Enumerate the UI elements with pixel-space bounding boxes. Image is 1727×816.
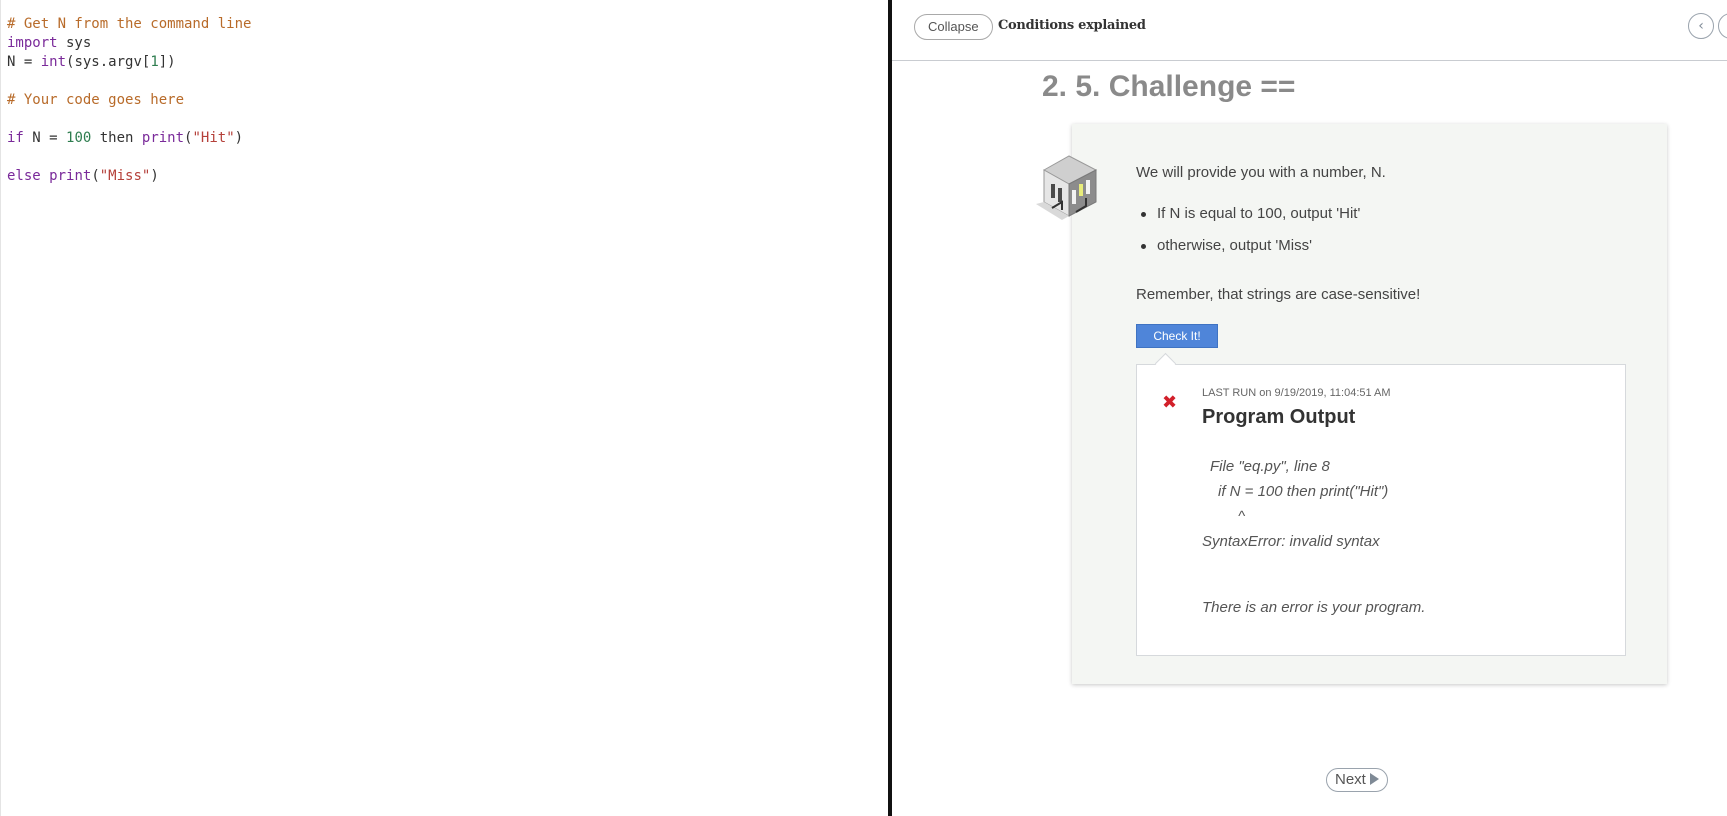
play-icon <box>1369 773 1379 785</box>
code-token: # Your code goes here <box>7 92 185 108</box>
code-token: ]) <box>158 54 176 70</box>
code-line[interactable] <box>7 148 251 167</box>
code-token: "Miss" <box>99 168 151 184</box>
code-token: 100 <box>66 130 92 146</box>
code-token: N = <box>23 130 67 146</box>
check-it-button[interactable]: Check It! <box>1136 324 1218 348</box>
code-line[interactable]: if N = 100 then print("Hit") <box>7 129 251 148</box>
code-token: then <box>91 130 142 146</box>
code-token: N = <box>7 54 41 70</box>
chevron-right-icon[interactable]: › <box>1718 13 1727 39</box>
code-token: ) <box>150 168 159 184</box>
next-label: Next <box>1335 771 1366 788</box>
last-run-label: LAST RUN <box>1202 387 1257 399</box>
code-line[interactable]: import sys <box>7 34 251 53</box>
code-line[interactable]: N = int(sys.argv[1]) <box>7 53 251 72</box>
list-item: otherwise, output 'Miss' <box>1136 236 1360 268</box>
output-note: There is an error is your program. <box>1202 599 1426 616</box>
code-line[interactable] <box>7 72 251 91</box>
code-line[interactable] <box>7 110 251 129</box>
output-line: if N = 100 then print("Hit") <box>1218 483 1389 500</box>
code-token: print <box>49 168 92 184</box>
code-line[interactable]: else print("Miss") <box>7 167 251 186</box>
lesson-header: Collapse Conditions explained ‹ › <box>892 0 1727 61</box>
output-line: ^ <box>1238 508 1246 525</box>
code-token: sys <box>57 35 92 51</box>
code-token: import <box>7 35 58 51</box>
challenge-rules: If N is equal to 100, output 'Hit' other… <box>1136 204 1360 268</box>
output-line: File "eq.py", line 8 <box>1210 458 1330 475</box>
close-icon: ✖ <box>1162 392 1178 413</box>
output-line: SyntaxError: invalid syntax <box>1202 533 1380 550</box>
code-token: (sys.argv[ <box>66 54 151 70</box>
code-token: ( <box>91 168 100 184</box>
code-token: if <box>7 130 24 146</box>
code-token: 1 <box>150 54 159 70</box>
last-run-date: on 9/19/2019, 11:04:51 AM <box>1259 387 1391 399</box>
code-editor[interactable]: # Get N from the command line import sys N… <box>0 0 888 816</box>
code-token: int <box>40 54 67 70</box>
code-token: "Hit" <box>192 130 235 146</box>
code-token: ) <box>234 130 244 146</box>
chevron-left-icon[interactable]: ‹ <box>1688 13 1714 39</box>
section-title: Conditions explained <box>998 18 1146 33</box>
code-line[interactable]: # Get N from the command line <box>7 15 251 34</box>
lesson-panel: Collapse Conditions explained ‹ › 2. 5. … <box>892 0 1727 816</box>
next-button[interactable]: Next <box>1326 768 1388 792</box>
challenge-remember: Remember, that strings are case-sensitiv… <box>1136 286 1421 303</box>
cube-icon <box>1036 155 1098 220</box>
challenge-intro: We will provide you with a number, N. <box>1136 164 1386 181</box>
last-run-timestamp: LAST RUN on 9/19/2019, 11:04:51 AM <box>1202 387 1391 399</box>
page-title: 2. 5. Challenge == <box>1042 70 1296 103</box>
collapse-button[interactable]: Collapse <box>914 14 993 40</box>
code-token: else <box>7 168 41 184</box>
output-title: Program Output <box>1202 406 1356 428</box>
code-token: # Get N from the command line <box>7 16 252 32</box>
list-item: If N is equal to 100, output 'Hit' <box>1136 204 1360 236</box>
code-line[interactable]: # Your code goes here <box>7 91 251 110</box>
code-token: print <box>141 130 185 146</box>
code-content[interactable]: # Get N from the command line import sys N… <box>7 15 251 186</box>
